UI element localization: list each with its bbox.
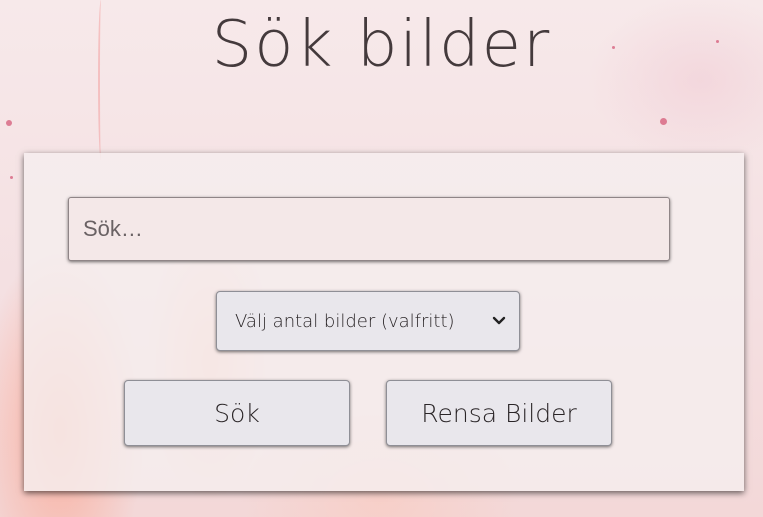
image-count-select-label: Välj antal bilder (valfritt)	[235, 310, 455, 332]
image-count-select[interactable]: Välj antal bilder (valfritt)	[216, 291, 520, 351]
search-input[interactable]	[68, 197, 670, 261]
background-dot	[660, 118, 667, 125]
search-panel: Välj antal bilder (valfritt) Sök Rensa B…	[24, 153, 744, 491]
search-button[interactable]: Sök	[124, 380, 350, 446]
clear-images-button[interactable]: Rensa Bilder	[386, 380, 612, 446]
page-title: Sök bilder	[211, 8, 552, 82]
background-dot	[10, 176, 13, 179]
background-dot	[6, 120, 12, 126]
chevron-down-icon	[492, 316, 506, 325]
